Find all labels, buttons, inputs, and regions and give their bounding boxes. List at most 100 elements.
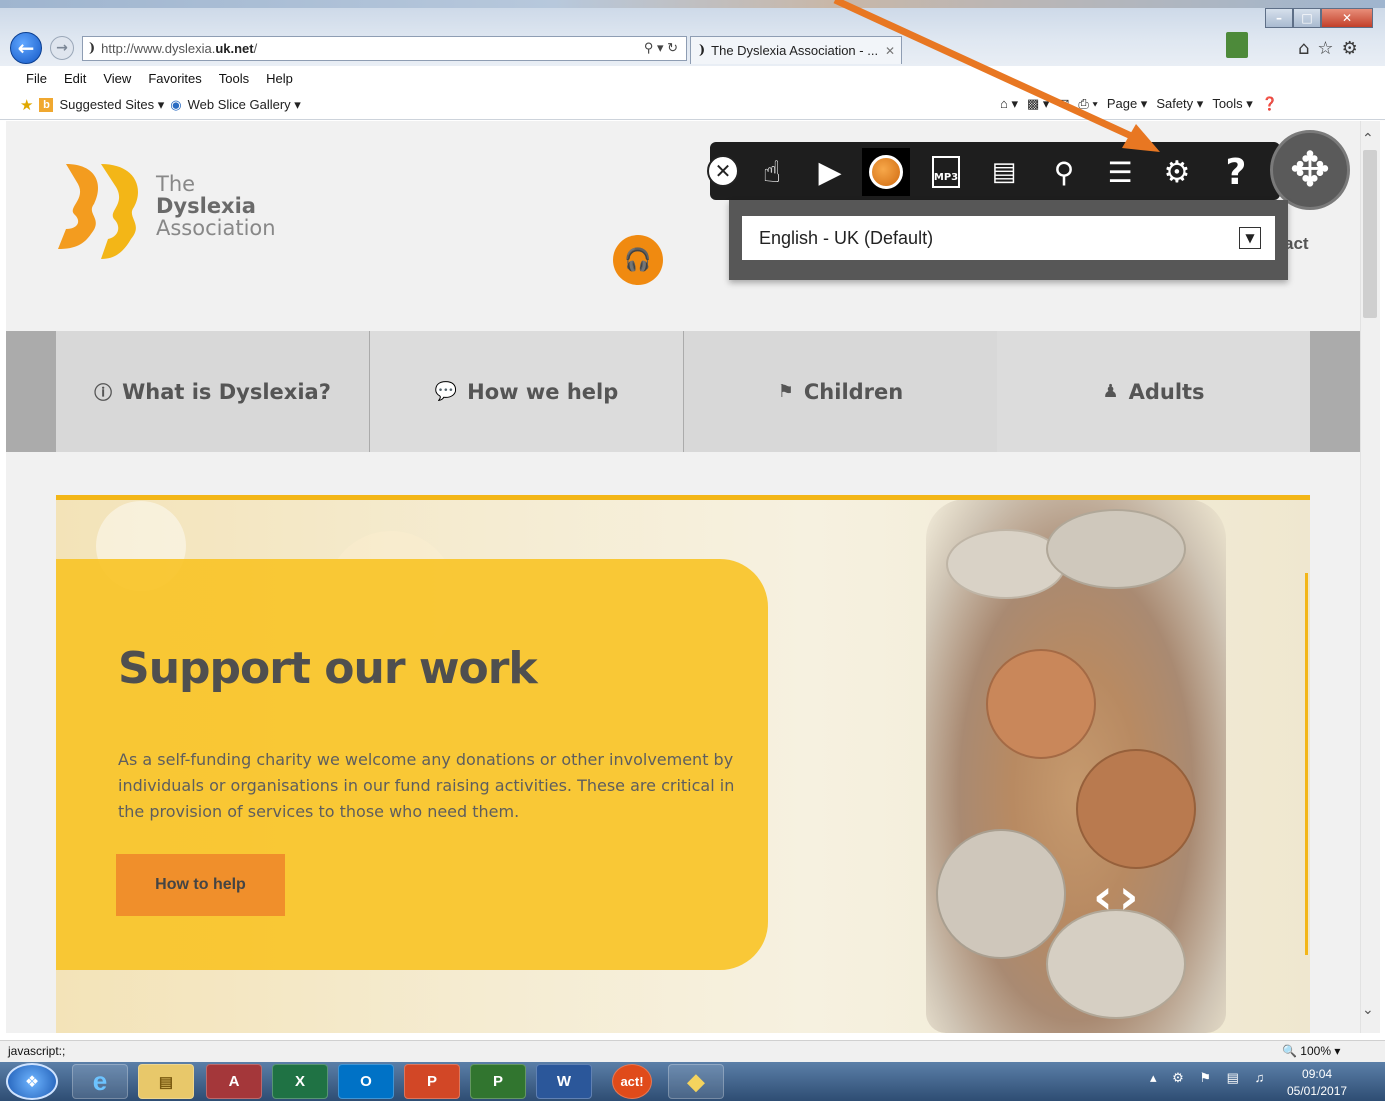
hover-to-speech-icon[interactable]: ☝ [748, 148, 796, 196]
how-to-help-button[interactable]: How to help [116, 854, 285, 916]
hero-body: As a self-funding charity we welcome any… [118, 750, 735, 821]
menu-favorites[interactable]: Favorites [148, 71, 201, 86]
zoom-level[interactable]: 🔍 100% ▾ [1282, 1044, 1340, 1058]
print-icon[interactable]: ⎙ ▾ [1078, 96, 1097, 112]
start-button[interactable]: ❖ [6, 1063, 58, 1100]
nav-label: Children [803, 379, 904, 404]
menu-file[interactable]: File [26, 71, 47, 86]
status-text: javascript:; [8, 1044, 66, 1058]
nav-adults[interactable]: ♟ Adults [997, 331, 1310, 452]
brand-line-association: Association [156, 216, 276, 240]
hero-title: Support our work [118, 643, 538, 694]
brand-name: The Dyslexia Association [156, 173, 276, 239]
play-icon[interactable]: ▶ [806, 148, 854, 196]
menu-help[interactable]: Help [266, 71, 293, 86]
nav-what-is-dyslexia[interactable]: ⓘ What is Dyslexia? [56, 331, 369, 452]
scroll-down-icon[interactable]: ⌄ [1362, 1002, 1374, 1018]
translate-globe-icon[interactable] [862, 148, 910, 196]
file-explorer-icon[interactable]: ▤ [138, 1064, 194, 1099]
internet-explorer-icon[interactable]: e [72, 1064, 128, 1099]
mail-icon[interactable]: ✉ [1058, 96, 1069, 112]
hero-top-bar [56, 495, 1310, 500]
settings-gear-icon[interactable]: ⚙ [1153, 148, 1201, 196]
home-command-icon[interactable]: ⌂ ▾ [1000, 96, 1018, 112]
menu-bar: File Edit View Favorites Tools Help [0, 66, 1385, 90]
magnifier-icon[interactable]: ⚲ [1040, 148, 1088, 196]
move-toolbar-icon[interactable]: ✥ [1270, 130, 1350, 210]
screen-mask-icon[interactable]: ▤ [980, 148, 1028, 196]
nav-label: What is Dyslexia? [122, 379, 331, 404]
site-favicon: ) [89, 41, 96, 56]
address-url-suffix: / [253, 41, 258, 56]
coin-jar-image [926, 499, 1226, 1033]
slider-next-icon[interactable]: › [1119, 869, 1145, 925]
favorites-bar: ★ b Suggested Sites ▾ ◉ Web Slice Galler… [0, 90, 1385, 120]
browser-tab[interactable]: ) The Dyslexia Association - ... ✕ [690, 36, 902, 64]
home-star-gear-icons[interactable]: ⌂☆⚙ [1298, 38, 1366, 59]
clock-date: 05/01/2017 [1287, 1084, 1348, 1098]
back-button[interactable]: ← [10, 32, 42, 64]
nav-label: How we help [467, 379, 619, 404]
menu-edit[interactable]: Edit [64, 71, 86, 86]
close-window-button[interactable]: ✕ [1321, 8, 1373, 28]
folder-app-icon[interactable]: ◆ [668, 1064, 724, 1099]
tools-menu[interactable]: Tools ▾ [1212, 96, 1253, 112]
page-menu[interactable]: Page ▾ [1107, 96, 1148, 112]
status-bar: javascript:; 🔍 100% ▾ [0, 1040, 1385, 1062]
menu-view[interactable]: View [103, 71, 131, 86]
system-clock[interactable]: 09:04 05/01/2017 [1287, 1066, 1347, 1100]
title-strip [0, 0, 1385, 8]
mp3-icon[interactable]: MP3 [922, 148, 970, 196]
outlook-icon[interactable]: O [338, 1064, 394, 1099]
tab-favicon: ) [699, 43, 706, 58]
excel-icon[interactable]: X [272, 1064, 328, 1099]
chevron-down-icon[interactable]: ▼ [1239, 227, 1261, 249]
forward-button[interactable]: → [50, 36, 74, 60]
comments-icon: 💬 [434, 381, 458, 402]
suggested-sites-link[interactable]: Suggested Sites ▾ [59, 97, 164, 113]
language-selected: English - UK (Default) [759, 227, 934, 248]
web-slice-icon: ◉ [170, 97, 182, 112]
act-icon[interactable]: act! [612, 1064, 652, 1099]
tab-title: The Dyslexia Association - ... [711, 43, 879, 58]
word-icon[interactable]: W [536, 1064, 592, 1099]
tab-close-icon[interactable]: ✕ [885, 44, 895, 58]
powerpoint-icon[interactable]: P [404, 1064, 460, 1099]
scroll-up-icon[interactable]: ⌃ [1362, 131, 1374, 147]
nav-label: Adults [1128, 379, 1205, 404]
language-select[interactable]: English - UK (Default) [742, 216, 1275, 260]
brand-line-the: The [156, 172, 196, 196]
web-slice-gallery-link[interactable]: Web Slice Gallery ▾ [188, 97, 301, 113]
help-icon[interactable]: ❓ [1262, 96, 1278, 112]
toolbar-close-icon[interactable]: ✕ [707, 155, 739, 187]
address-url-prefix: http://www.dyslexia. [101, 41, 216, 56]
scrollbar-thumb[interactable] [1363, 150, 1377, 318]
minimize-button[interactable]: – [1265, 8, 1293, 28]
system-tray-icons[interactable]: ▴ ⚙ ⚑ ▤ ♫ [1150, 1070, 1270, 1086]
pinned-app-icon[interactable] [1226, 32, 1248, 58]
brand-line-dyslexia: Dyslexia [156, 194, 256, 218]
zoom-value: 100% [1300, 1044, 1331, 1058]
person-icon: ♟ [1102, 381, 1119, 402]
zoom-icon: 🔍 [1282, 1044, 1297, 1058]
maximize-button[interactable]: □ [1293, 8, 1321, 28]
simplifier-icon[interactable]: ☰ [1096, 148, 1144, 196]
access-icon[interactable]: A [206, 1064, 262, 1099]
window-controls: – □ ✕ [1265, 8, 1377, 30]
help-question-icon[interactable]: ? [1212, 148, 1260, 196]
search-refresh-icons[interactable]: ⚲ ▾ ↻ [644, 40, 678, 56]
feeds-icon[interactable]: ▩ ▾ [1027, 96, 1049, 112]
safety-menu[interactable]: Safety ▾ [1156, 96, 1203, 112]
browsealoud-headphone-icon[interactable]: 🎧 [613, 235, 663, 285]
hero-side-line [1305, 573, 1308, 955]
nav-how-we-help[interactable]: 💬 How we help [370, 331, 683, 452]
slider-prev-icon[interactable]: ‹ [1093, 869, 1119, 925]
address-bar[interactable]: ) http://www.dyslexia. uk.net / ⚲ ▾ ↻ [82, 36, 687, 61]
slider-arrows[interactable]: ‹› [1093, 869, 1145, 925]
project-icon[interactable]: P [470, 1064, 526, 1099]
menu-tools[interactable]: Tools [219, 71, 249, 86]
main-navigation: ⓘ What is Dyslexia? 💬 How we help ⚑ Chil… [6, 331, 1360, 452]
favorites-star-icon[interactable]: ★ [20, 96, 33, 114]
nav-children[interactable]: ⚑ Children [684, 331, 997, 452]
mp3-label: MP3 [932, 156, 960, 188]
